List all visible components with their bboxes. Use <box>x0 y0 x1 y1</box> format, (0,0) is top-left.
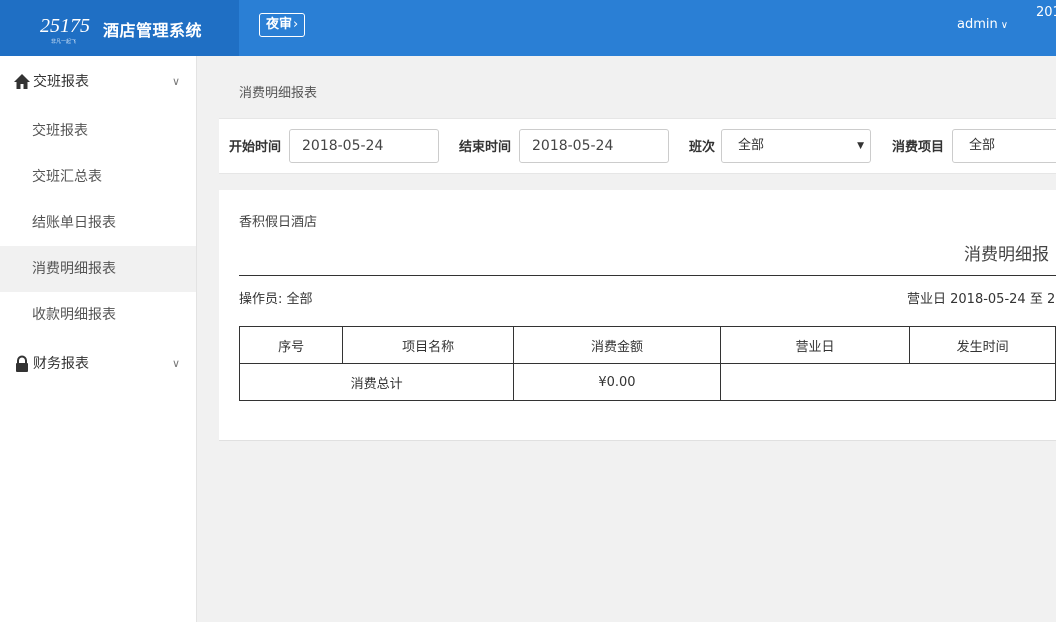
table-total-row: 消费总计 ¥0.00 <box>238 363 1056 401</box>
column-header: 发生时间 <box>909 326 1056 364</box>
title-divider <box>239 275 1056 276</box>
shift-label: 班次 <box>689 140 716 155</box>
shift-select[interactable]: 全部 ▼ <box>721 129 871 163</box>
header-clock: 201 <box>1036 5 1056 20</box>
end-time-label: 结束时间 <box>459 140 512 155</box>
logo-text: 25175 <box>40 15 90 37</box>
home-icon <box>14 74 30 89</box>
top-header: 25175 非凡一起飞 酒店管理系统 夜审› admin∨ 201 <box>0 0 1056 56</box>
chevron-down-icon: ∨ <box>171 75 180 88</box>
business-day-range: 营业日 2018-05-24 至 2 <box>907 292 1056 307</box>
sidebar-item-payment-detail[interactable]: 收款明细报表 <box>0 292 196 338</box>
report-panel: 香积假日酒店 消费明细报 操作员: 全部 营业日 2018-05-24 至 2 … <box>219 190 1056 441</box>
column-header: 序号 <box>238 326 344 364</box>
lock-icon <box>16 355 28 372</box>
logo-subtext: 非凡一起飞 <box>51 38 76 45</box>
sidebar: 交班报表 ∨ 交班报表 交班汇总表 结账单日报表 消费明细报表 收款明细报表 财… <box>0 56 197 622</box>
empty-cell <box>719 363 1056 401</box>
column-header: 营业日 <box>719 326 911 364</box>
sidebar-item-checkout-daily[interactable]: 结账单日报表 <box>0 200 196 246</box>
sidebar-group-finance-reports[interactable]: 财务报表 ∨ <box>0 338 196 390</box>
end-date-input[interactable]: 2018-05-24 <box>519 129 669 163</box>
report-title: 消费明细报 <box>964 245 1049 265</box>
total-amount: ¥0.00 <box>513 363 721 401</box>
sidebar-group-label: 交班报表 <box>33 74 89 90</box>
breadcrumb: 消费明细报表 <box>239 86 318 101</box>
consumption-item-value: 全部 <box>969 138 996 153</box>
user-menu[interactable]: admin ∨ <box>957 17 1008 32</box>
table-header-row: 序号 项目名称 消费金额 营业日 发生时间 <box>238 326 1056 364</box>
start-time-label: 开始时间 <box>229 140 282 155</box>
report-table: 序号 项目名称 消费金额 营业日 发生时间 消费总计 ¥0.00 <box>238 326 1056 401</box>
sidebar-group-shift-reports[interactable]: 交班报表 ∨ <box>0 56 196 108</box>
dropdown-arrow-icon: ▼ <box>857 141 864 151</box>
column-header: 消费金额 <box>513 326 721 364</box>
chevron-right-icon: › <box>293 17 299 32</box>
consumption-item-select[interactable]: 全部 <box>952 129 1056 163</box>
column-header: 项目名称 <box>342 326 515 364</box>
night-audit-button[interactable]: 夜审› <box>259 13 306 37</box>
sidebar-item-consumption-detail[interactable]: 消费明细报表 <box>0 246 196 292</box>
username: admin <box>957 17 998 32</box>
hotel-name: 香积假日酒店 <box>239 215 318 230</box>
sidebar-group-label: 财务报表 <box>33 356 89 372</box>
night-audit-label: 夜审 <box>266 17 293 32</box>
chevron-down-icon: ∨ <box>1000 20 1009 31</box>
consumption-item-label: 消费项目 <box>892 140 945 155</box>
start-date-input[interactable]: 2018-05-24 <box>289 129 439 163</box>
operator-info: 操作员: 全部 <box>239 292 313 307</box>
total-label: 消费总计 <box>238 363 515 401</box>
app-title: 酒店管理系统 <box>103 21 203 40</box>
filter-bar: 开始时间 2018-05-24 结束时间 2018-05-24 班次 全部 ▼ … <box>219 118 1056 174</box>
brand[interactable]: 25175 非凡一起飞 酒店管理系统 <box>0 0 239 56</box>
chevron-down-icon: ∨ <box>171 357 180 370</box>
shift-select-value: 全部 <box>738 138 765 153</box>
logo-icon: 25175 非凡一起飞 <box>40 15 90 45</box>
sidebar-item-shift-report[interactable]: 交班报表 <box>0 108 196 154</box>
sidebar-item-shift-summary[interactable]: 交班汇总表 <box>0 154 196 200</box>
